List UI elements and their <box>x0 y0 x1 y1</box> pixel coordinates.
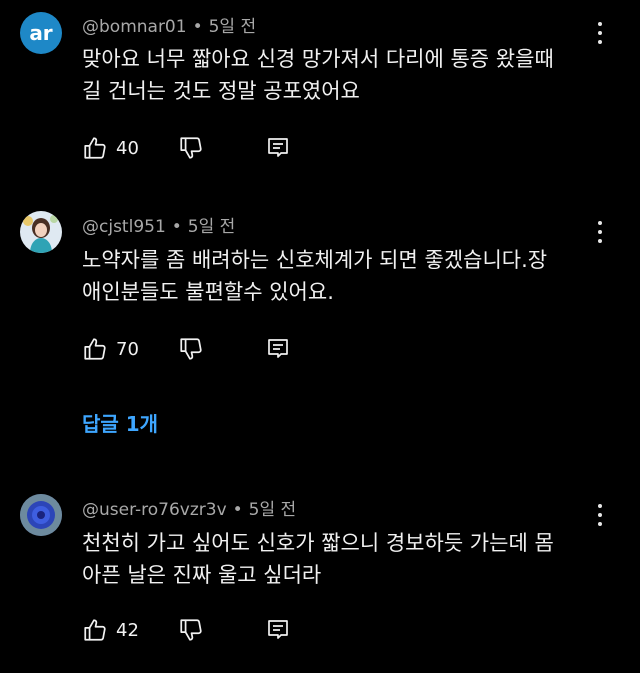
like-count: 40 <box>116 137 139 159</box>
author-name[interactable]: @bomnar01 <box>82 17 187 37</box>
avatar-initials: ar <box>29 21 53 45</box>
like-button[interactable]: 70 <box>82 336 139 362</box>
reply-icon <box>268 620 288 639</box>
avatar[interactable] <box>20 211 62 253</box>
more-vert-icon <box>598 22 602 27</box>
reply-button[interactable] <box>266 336 290 362</box>
like-icon <box>84 619 106 641</box>
comment-text: 노약자를 좀 배려하는 신호체계가 되면 좋겠습니다.장 애인분들도 불편할수 … <box>82 248 548 304</box>
comment-time[interactable]: 5일 전 <box>188 217 236 237</box>
comment-meta: @bomnar01 • 5일 전 <box>82 12 256 37</box>
more-vert-icon <box>598 221 602 226</box>
like-button[interactable]: 42 <box>82 617 139 643</box>
more-options-button[interactable] <box>590 219 610 245</box>
comment-meta: @user-ro76vzr3v • 5일 전 <box>82 495 296 520</box>
avatar[interactable] <box>20 494 62 536</box>
like-count: 42 <box>116 619 139 641</box>
more-options-button[interactable] <box>590 502 610 528</box>
comment-meta: @cjstl951 • 5일 전 <box>82 212 235 237</box>
avatar[interactable]: ar <box>20 12 62 54</box>
avatar-photo <box>20 494 62 536</box>
comment-time[interactable]: 5일 전 <box>249 500 297 520</box>
avatar-photo <box>20 211 62 253</box>
author-name[interactable]: @user-ro76vzr3v <box>82 500 227 520</box>
like-button[interactable]: 40 <box>82 135 139 161</box>
meta-separator: • <box>192 17 203 37</box>
dislike-button[interactable] <box>178 617 204 643</box>
like-icon <box>84 137 106 159</box>
comment-text: 맞아요 너무 짧아요 신경 망가져서 다리에 통증 왔을때 길 건너는 것도 정… <box>82 47 554 103</box>
comment-time[interactable]: 5일 전 <box>209 17 257 37</box>
view-replies-button[interactable]: 답글 1개 <box>82 408 158 437</box>
comment-text: 천천히 가고 싶어도 신호가 짧으니 경보하듯 가는데 몸 아픈 날은 진짜 울… <box>82 531 554 587</box>
like-icon <box>84 338 106 360</box>
meta-separator: • <box>171 217 182 237</box>
dislike-icon <box>180 619 202 641</box>
dislike-icon <box>180 338 202 360</box>
dislike-icon <box>180 137 202 159</box>
dislike-button[interactable] <box>178 135 204 161</box>
author-name[interactable]: @cjstl951 <box>82 217 166 237</box>
reply-button[interactable] <box>266 135 290 161</box>
reply-icon <box>268 339 288 358</box>
more-vert-icon <box>598 504 602 509</box>
reply-button[interactable] <box>266 617 290 643</box>
meta-separator: • <box>232 500 243 520</box>
reply-icon <box>268 138 288 157</box>
like-count: 70 <box>116 338 139 360</box>
dislike-button[interactable] <box>178 336 204 362</box>
